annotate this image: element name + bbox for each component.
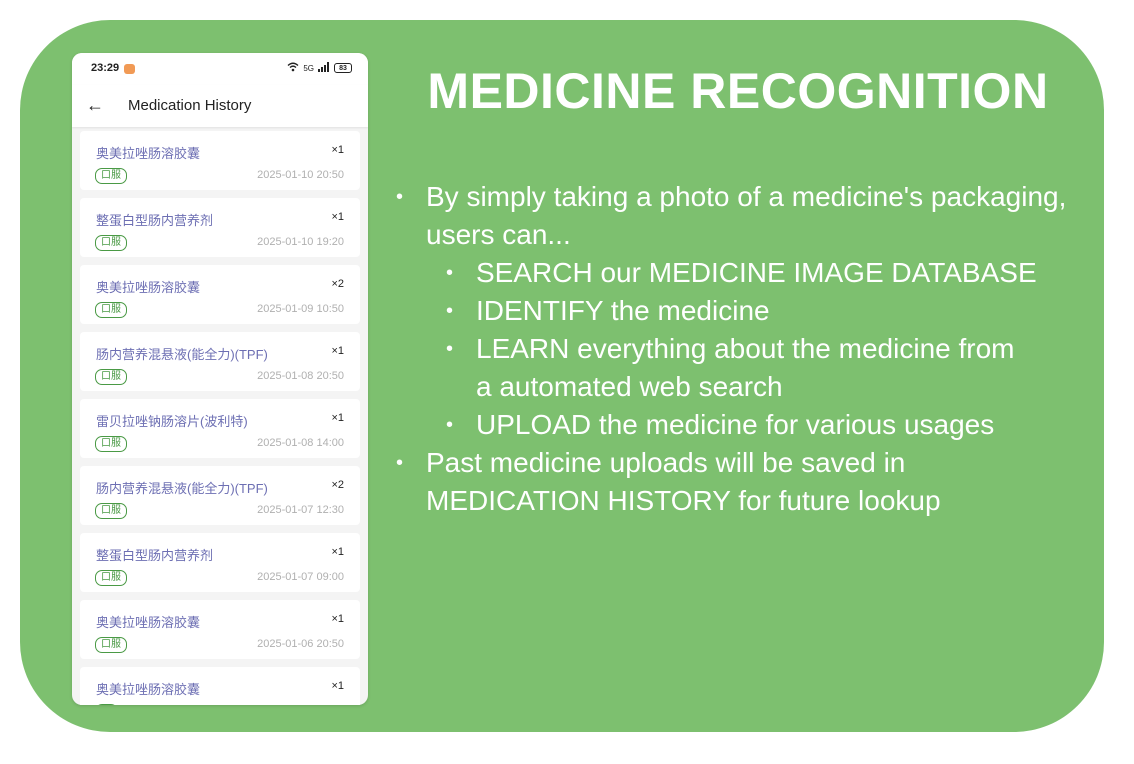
status-icons: 5G 83 [287, 62, 352, 74]
medication-date: 2025-01-08 20:50 [257, 370, 344, 382]
medication-quantity: ×1 [331, 613, 344, 625]
medication-card[interactable]: 奥美拉唑肠溶胶囊 ×1 口服 2025-01-10 20:50 [80, 131, 360, 190]
medication-name: 整蛋白型肠内营养剂 [96, 548, 214, 563]
network-label: 5G [303, 63, 314, 73]
medication-quantity: ×1 [331, 144, 344, 156]
medication-card[interactable]: 奥美拉唑肠溶胶囊 ×1 口服 2025-01-06 20:50 [80, 600, 360, 659]
medication-list: 奥美拉唑肠溶胶囊 ×1 口服 2025-01-10 20:50 整蛋白型肠内营养… [72, 127, 368, 705]
bullet-identify: IDENTIFY the medicine [396, 292, 1086, 330]
notification-icon [124, 64, 135, 74]
route-tag: 口服 [95, 503, 127, 519]
medication-name: 奥美拉唑肠溶胶囊 [96, 682, 201, 697]
bullet-list: By simply taking a photo of a medicine's… [396, 178, 1086, 520]
route-tag: 口服 [95, 369, 127, 385]
slide-background: 23:29 5G 83 ← Medication History 奥美拉唑肠溶胶… [20, 20, 1104, 732]
back-arrow-icon[interactable]: ← [86, 95, 104, 115]
route-tag: 口服 [95, 637, 127, 653]
route-tag: 口服 [95, 168, 127, 184]
medication-date: 2025-01-09 10:50 [257, 303, 344, 315]
route-tag: 口服 [95, 570, 127, 586]
medication-name: 奥美拉唑肠溶胶囊 [96, 615, 201, 630]
medication-date: 2025-01-08 14:00 [257, 437, 344, 449]
medication-card[interactable]: 整蛋白型肠内营养剂 ×1 口服 2025-01-10 19:20 [80, 198, 360, 257]
medication-card[interactable]: 奥美拉唑肠溶胶囊 ×2 口服 2025-01-09 10:50 [80, 265, 360, 324]
route-tag: 口服 [95, 302, 127, 318]
status-time: 23:29 [91, 62, 120, 74]
medication-date: 2025-01-10 20:50 [257, 169, 344, 181]
medication-date: 2025-01-06 20:50 [257, 638, 344, 650]
medication-name: 肠内营养混悬液(能全力)(TPF) [96, 347, 268, 362]
medication-name: 奥美拉唑肠溶胶囊 [96, 280, 201, 295]
bullet-intro: By simply taking a photo of a medicine's… [396, 178, 1086, 254]
medication-quantity: ×1 [331, 546, 344, 558]
medication-name: 雷贝拉唑钠肠溶片(波利特) [96, 414, 248, 429]
bullet-search: SEARCH our MEDICINE IMAGE DATABASE [396, 254, 1086, 292]
medication-quantity: ×2 [331, 278, 344, 290]
slide-title: MEDICINE RECOGNITION [427, 63, 1049, 119]
medication-quantity: ×2 [331, 479, 344, 491]
battery-icon: 83 [334, 63, 352, 73]
medication-date: 2025-01-07 09:00 [257, 571, 344, 583]
medication-quantity: ×1 [331, 345, 344, 357]
route-tag: 口服 [95, 235, 127, 251]
app-header: ← Medication History [72, 85, 368, 127]
phone-screenshot: 23:29 5G 83 ← Medication History 奥美拉唑肠溶胶… [72, 53, 368, 705]
medication-card[interactable]: 奥美拉唑肠溶胶囊 ×1 [80, 667, 360, 705]
medication-card[interactable]: 整蛋白型肠内营养剂 ×1 口服 2025-01-07 09:00 [80, 533, 360, 592]
medication-name: 整蛋白型肠内营养剂 [96, 213, 214, 228]
route-tag [95, 704, 119, 705]
status-bar: 23:29 5G 83 [72, 53, 368, 85]
bullet-history: Past medicine uploads will be saved in M… [396, 444, 986, 520]
page-title: Medication History [128, 97, 252, 114]
bullet-learn: LEARN everything about the medicine from… [396, 330, 1016, 406]
medication-card[interactable]: 雷贝拉唑钠肠溶片(波利特) ×1 口服 2025-01-08 14:00 [80, 399, 360, 458]
medication-date: 2025-01-10 19:20 [257, 236, 344, 248]
signal-icon [318, 62, 330, 74]
medication-name: 肠内营养混悬液(能全力)(TPF) [96, 481, 268, 496]
medication-date: 2025-01-07 12:30 [257, 504, 344, 516]
medication-quantity: ×1 [331, 680, 344, 692]
bullet-upload: UPLOAD the medicine for various usages [396, 406, 1086, 444]
medication-card[interactable]: 肠内营养混悬液(能全力)(TPF) ×1 口服 2025-01-08 20:50 [80, 332, 360, 391]
wifi-icon [287, 62, 299, 74]
medication-name: 奥美拉唑肠溶胶囊 [96, 146, 201, 161]
medication-quantity: ×1 [331, 412, 344, 424]
medication-card[interactable]: 肠内营养混悬液(能全力)(TPF) ×2 口服 2025-01-07 12:30 [80, 466, 360, 525]
medication-quantity: ×1 [331, 211, 344, 223]
route-tag: 口服 [95, 436, 127, 452]
